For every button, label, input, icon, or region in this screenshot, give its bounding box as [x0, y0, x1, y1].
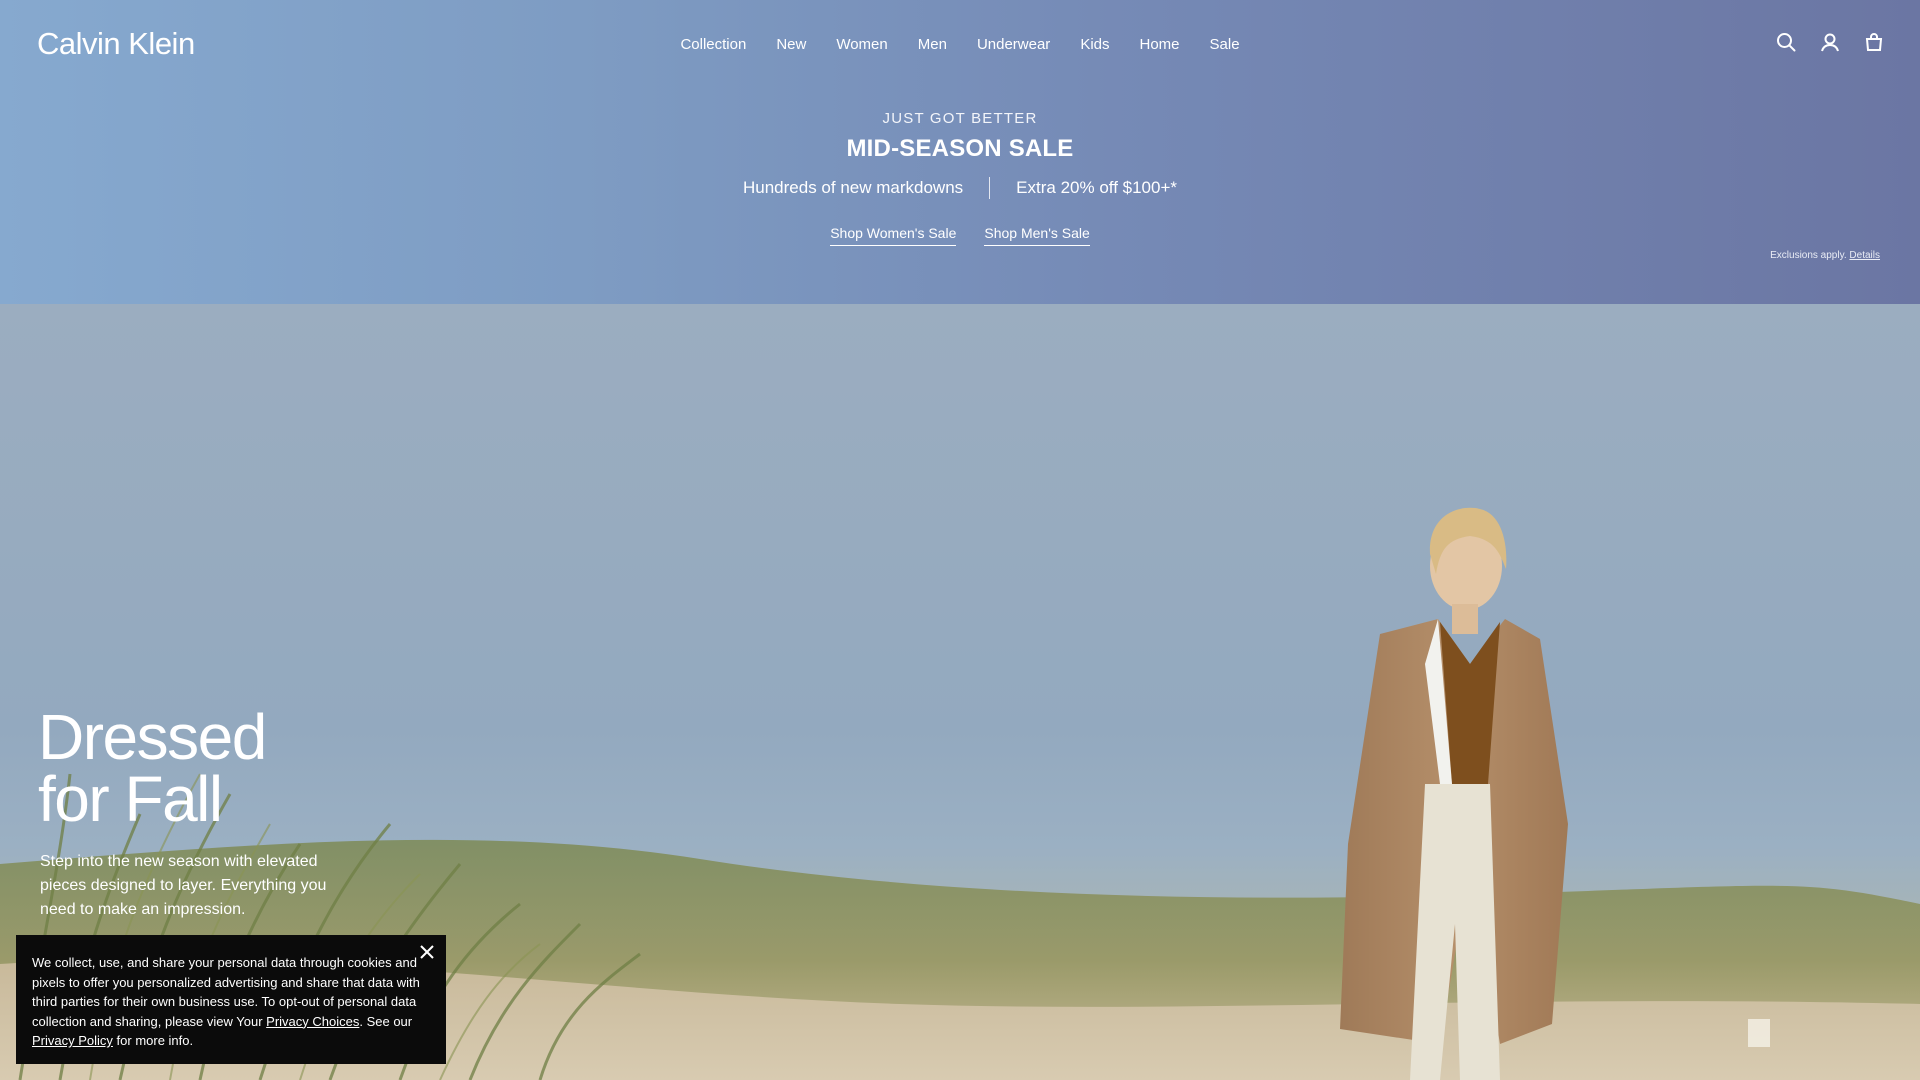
- account-icon[interactable]: [1820, 32, 1840, 52]
- exclusions-note: Exclusions apply. Details: [1770, 250, 1880, 261]
- promo-header: Calvin Klein Collection New Women Men Un…: [0, 0, 1920, 304]
- hero-title: Dressed for Fall: [38, 701, 267, 835]
- exclusions-text: Exclusions apply.: [1770, 250, 1847, 261]
- cookie-message: We collect, use, and share your personal…: [32, 953, 424, 1051]
- promo-center: JUST GOT BETTER MID-SEASON SALE Hundreds…: [0, 110, 1920, 246]
- promo-markdowns-text: Hundreds of new markdowns: [743, 178, 964, 197]
- nav-item-women[interactable]: Women: [836, 36, 887, 53]
- nav-item-men[interactable]: Men: [918, 36, 947, 53]
- promo-headline: MID-SEASON SALE: [846, 135, 1074, 162]
- cookie-text-3: for more info.: [112, 1033, 194, 1048]
- main-nav: Collection New Women Men Underwear Kids …: [0, 36, 1920, 53]
- nav-item-collection[interactable]: Collection: [680, 36, 746, 53]
- hero-copy: Step into the new season with elevated p…: [40, 853, 327, 918]
- privacy-choices-link[interactable]: Privacy Choices: [266, 1014, 359, 1029]
- nav-item-underwear[interactable]: Underwear: [977, 36, 1050, 53]
- cookie-banner: We collect, use, and share your personal…: [16, 935, 446, 1064]
- promo-cta-row: Shop Women's Sale Shop Men's Sale: [0, 225, 1920, 246]
- utility-icons: [1776, 32, 1884, 52]
- shop-mens-sale-link[interactable]: Shop Men's Sale: [984, 225, 1090, 246]
- search-icon[interactable]: [1776, 32, 1796, 52]
- cookie-text-2: . See our: [359, 1013, 413, 1029]
- nav-item-home[interactable]: Home: [1140, 36, 1180, 53]
- promo-extra-off-text: Extra 20% off $100+*: [1016, 178, 1177, 197]
- exclusions-details-link[interactable]: Details: [1849, 250, 1880, 261]
- nav-item-sale[interactable]: Sale: [1210, 36, 1240, 53]
- shop-womens-sale-link[interactable]: Shop Women's Sale: [830, 225, 957, 246]
- promo-eyebrow: JUST GOT BETTER: [882, 110, 1038, 127]
- close-icon[interactable]: [418, 943, 436, 961]
- privacy-policy-link[interactable]: Privacy Policy: [32, 1033, 113, 1048]
- nav-item-kids[interactable]: Kids: [1080, 36, 1109, 53]
- promo-divider: [989, 177, 991, 199]
- nav-item-new[interactable]: New: [776, 36, 806, 53]
- bag-icon[interactable]: [1864, 32, 1884, 52]
- promo-subline: Hundreds of new markdowns Extra 20% off …: [0, 177, 1920, 199]
